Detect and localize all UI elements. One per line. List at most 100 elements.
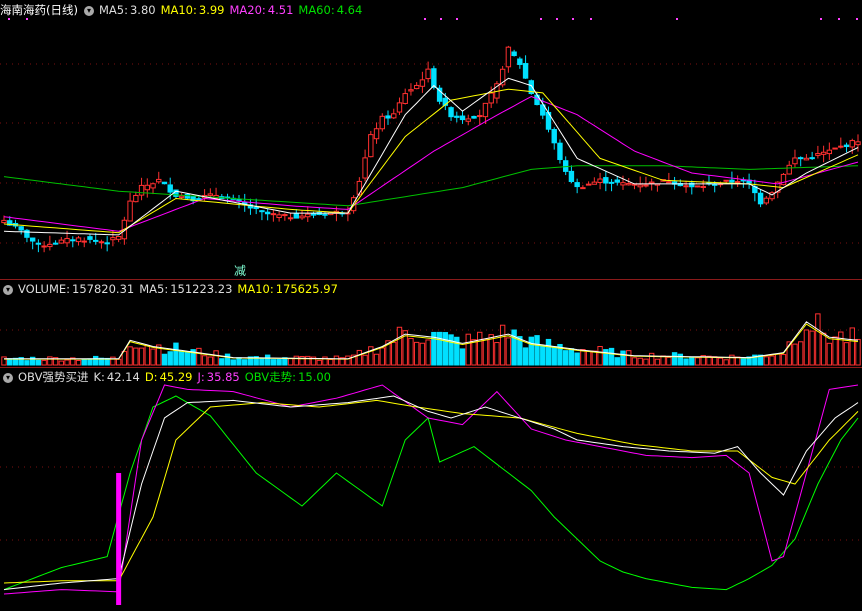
volume-bar xyxy=(345,355,351,366)
stock-name: 海南海药(日线) xyxy=(0,3,78,17)
candle-body xyxy=(236,198,242,201)
signal-dot xyxy=(856,18,858,20)
volume-bar xyxy=(551,346,557,366)
candle-body xyxy=(264,211,271,215)
candle-body xyxy=(259,210,265,213)
candle-body xyxy=(368,134,374,158)
volume-bar xyxy=(671,352,678,366)
candle-body xyxy=(603,177,609,184)
volume-bar xyxy=(643,358,649,366)
volume-bar xyxy=(178,350,185,366)
candle-body xyxy=(763,197,769,204)
candle-body xyxy=(178,195,185,198)
candle-body xyxy=(150,183,156,189)
candle-body xyxy=(803,157,810,161)
volume-bar xyxy=(849,327,855,366)
volume-bar xyxy=(815,313,821,366)
volume-bar xyxy=(465,333,471,366)
volume-bar xyxy=(368,346,374,366)
candle-body xyxy=(849,140,855,148)
reduce-annotation: 减 xyxy=(234,264,247,278)
candle-body xyxy=(98,241,105,244)
price-header: 海南海药(日线) ▾ MA5: 3.80 MA10: 3.99 MA20: 4.51 MA60:… xyxy=(0,2,367,18)
candle-body xyxy=(425,68,431,80)
signal-dot xyxy=(676,18,678,20)
volume-bar xyxy=(64,359,70,366)
candle-body xyxy=(419,79,426,87)
candle-body xyxy=(797,157,804,160)
volume-bar xyxy=(689,357,695,366)
collapse-icon[interactable]: ▾ xyxy=(3,372,13,383)
collapse-icon[interactable]: ▾ xyxy=(83,5,94,16)
candle-body xyxy=(568,170,575,182)
volume-bar xyxy=(654,358,661,366)
candle-body xyxy=(144,184,150,191)
candle-body xyxy=(253,206,259,210)
candle-body xyxy=(379,115,385,130)
volume-bar xyxy=(276,359,282,366)
candle-body xyxy=(127,200,133,222)
candle-body xyxy=(431,68,437,88)
volume-bar xyxy=(763,356,769,366)
indicator-name: OBV强势买进 xyxy=(18,370,89,384)
ma20-label: MA20: xyxy=(229,3,266,17)
candle-body xyxy=(299,215,305,219)
candle-body xyxy=(620,182,626,186)
candle-body xyxy=(270,213,277,216)
volume-bar xyxy=(585,350,592,366)
volume-label: VOLUME: xyxy=(18,282,71,296)
volume-ma10-value: 175625.97 xyxy=(275,282,338,296)
volume-header: ▾ VOLUME: 157820.31 MA5: 151223.23 MA10: 17562… xyxy=(0,281,343,297)
volume-bar xyxy=(608,347,615,366)
signal-dot xyxy=(838,18,840,20)
candle-body xyxy=(786,164,792,175)
volume-bar xyxy=(93,355,99,366)
volume-bar xyxy=(723,359,729,366)
candle-body xyxy=(505,46,512,68)
candle-body xyxy=(580,187,586,190)
k-line xyxy=(3,395,859,591)
candle-body xyxy=(591,181,598,185)
candle-body xyxy=(24,229,30,238)
volume-bar xyxy=(356,349,363,366)
candle-body xyxy=(196,198,202,201)
candle-body xyxy=(75,237,82,243)
signal-dot xyxy=(424,18,426,20)
candle-body xyxy=(838,145,844,148)
signal-dot xyxy=(590,18,592,20)
buy-signal-bar xyxy=(116,473,122,605)
candle-body xyxy=(287,217,294,220)
volume-bar xyxy=(213,350,219,366)
volume-bar xyxy=(184,351,191,366)
panel-divider xyxy=(0,279,862,280)
candle-body xyxy=(64,238,70,244)
candle-body xyxy=(104,242,110,245)
k-value: 42.14 xyxy=(106,370,140,384)
volume-bar xyxy=(448,334,454,366)
candle-body xyxy=(81,240,87,243)
volume-bar xyxy=(620,350,626,366)
candle-body xyxy=(482,102,489,118)
volume-bar xyxy=(717,357,724,366)
panel-divider xyxy=(0,367,862,368)
signal-dot xyxy=(456,18,458,20)
ma60-line xyxy=(3,165,859,207)
candle-body xyxy=(47,243,53,248)
volume-bar xyxy=(528,336,535,366)
volume-bar xyxy=(534,335,540,366)
ma60-value: 4.64 xyxy=(336,3,363,17)
volume-bar xyxy=(316,359,322,366)
candle-body xyxy=(648,181,655,184)
candle-body xyxy=(167,184,173,193)
candle-body xyxy=(293,213,300,219)
ma20-value: 4.51 xyxy=(267,3,294,17)
volume-bar xyxy=(236,357,242,366)
signal-dot xyxy=(440,18,442,20)
candle-body xyxy=(408,89,414,92)
ma5-value: 3.80 xyxy=(129,3,156,17)
collapse-icon[interactable]: ▾ xyxy=(3,284,13,295)
volume-bar xyxy=(459,348,466,366)
candle-body xyxy=(820,151,827,155)
candle-body xyxy=(694,185,701,188)
candle-body xyxy=(1,219,7,224)
